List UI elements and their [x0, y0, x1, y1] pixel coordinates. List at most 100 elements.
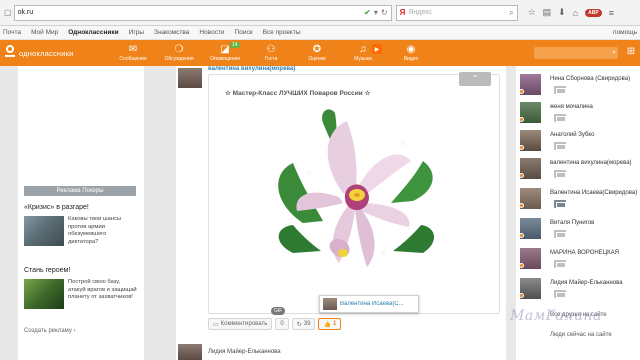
create-ad-link[interactable]: Создать рекламу ›	[24, 328, 76, 334]
nav-news[interactable]: Новости	[199, 29, 224, 36]
online-indicator	[519, 293, 524, 298]
online-indicator	[519, 117, 524, 122]
ad1-title[interactable]: «Кризис» в разгаре!	[24, 204, 89, 211]
friend-name[interactable]: Валентина Исаева(Свиридова)	[550, 190, 637, 196]
comment-button[interactable]: ▭ Комментировать	[208, 318, 273, 330]
nav-games[interactable]: Игры	[129, 29, 144, 36]
header-ratings-label: Оценки	[308, 56, 326, 62]
class-count: 1	[332, 321, 337, 327]
address-bar[interactable]: ok.ru ✔ ▾ ↻	[13, 4, 392, 21]
message-icon[interactable]	[554, 260, 566, 268]
friend-item[interactable]: Виталя Пунигов	[519, 218, 638, 240]
header-guests[interactable]: ⚇ Гости	[248, 44, 294, 62]
clipboard-icon[interactable]: ▤	[543, 7, 552, 18]
ad1-text: Каковы твои шансы против армии обезумевш…	[68, 216, 122, 245]
share-button[interactable]: ↻ 39	[291, 318, 316, 330]
ad1-block[interactable]: Каковы твои шансы против армии обезумевш…	[24, 216, 138, 246]
like-tooltip[interactable]: Валентина Исаева(С...	[319, 295, 419, 313]
reload-icon[interactable]: ↻	[381, 8, 388, 17]
message-icon[interactable]	[554, 170, 566, 178]
friend-name[interactable]: Виталя Пунигов	[550, 220, 594, 226]
nav-mail[interactable]: Почта	[3, 29, 21, 36]
ads-header[interactable]: Реклама Покеры	[24, 186, 136, 196]
feed-author-link[interactable]: валентина вихулина(морева)	[208, 66, 295, 72]
header-discussions[interactable]: ❍ Обсуждения	[156, 44, 202, 62]
yandex-placeholder[interactable]: Яндекс	[408, 9, 506, 16]
header-guests-label: Гости	[264, 56, 278, 62]
comment-label: Комментировать	[220, 321, 268, 327]
online-indicator	[519, 173, 524, 178]
nav-odnoklassniki[interactable]: Одноклассники	[68, 29, 118, 36]
star-icon[interactable]: ☆	[528, 7, 536, 18]
header-music[interactable]: ♫ Музыка	[340, 44, 386, 62]
ad2-title[interactable]: Стань героем!	[24, 267, 70, 274]
notifications-badge: 14	[230, 42, 240, 48]
card-title[interactable]: ☆ Мастер-Класс ЛУЧШИХ Поваров России ☆	[225, 89, 370, 97]
online-indicator	[519, 145, 524, 150]
nav-all-projects[interactable]: Все проекты	[263, 29, 301, 36]
scroll-up-button[interactable]: ⌃	[459, 72, 491, 86]
yandex-search-field[interactable]: Я Яндекс ⌕	[395, 4, 518, 21]
friend-item[interactable]: женя мочалина	[519, 102, 638, 124]
friend-item[interactable]: Анатолий Зубко	[519, 130, 638, 152]
toolbar-icons: ☆ ▤ ⬇ ⌂ ABP ≡	[528, 7, 614, 18]
friend-item[interactable]: Валентина Исаева(Свиридова)	[519, 188, 638, 210]
address-url[interactable]: ok.ru	[18, 9, 362, 16]
header-messages[interactable]: ✉ Сообщения	[110, 44, 156, 62]
online-indicator	[519, 263, 524, 268]
avatar[interactable]	[178, 344, 202, 360]
secure-check-icon: ✔	[364, 8, 371, 17]
header-video[interactable]: ◉ Видео	[388, 44, 434, 62]
friend-name[interactable]: Лидия Майер-Ельканнова	[550, 280, 623, 286]
message-icon[interactable]	[554, 290, 566, 298]
friend-item[interactable]: Нина Сборнова (Свиридова)	[519, 74, 638, 96]
header-ratings[interactable]: ✪ Оценки	[294, 44, 340, 62]
message-icon[interactable]	[554, 114, 566, 122]
menu-icon[interactable]: ≡	[609, 8, 614, 18]
ad2-block[interactable]: Построй свою базу, атакуй врагов и защищ…	[24, 279, 138, 309]
home-icon[interactable]: ⌂	[573, 8, 578, 18]
friend-name[interactable]: валентина вихулина(морева)	[550, 160, 632, 166]
ok-logo-icon	[4, 45, 16, 61]
friend-name[interactable]: Нина Сборнова (Свиридова)	[550, 76, 630, 82]
dropdown-arrow-icon[interactable]: ▾	[374, 8, 378, 17]
message-icon[interactable]	[554, 142, 566, 150]
post-image[interactable]	[263, 103, 441, 291]
ad1-image[interactable]	[24, 216, 64, 246]
ad2-text: Построй свою базу, атакуй врагов и защищ…	[68, 279, 137, 300]
site-logo[interactable]: одноклассники	[0, 45, 110, 61]
orchid-illustration	[278, 109, 435, 267]
friend-item[interactable]: МАРИНА ВОРОНЕЦКАЯ	[519, 248, 638, 270]
post-actions: ▭ Комментировать 0 ↻ 39 👍 1	[208, 318, 342, 330]
discussions-icon: ❍	[174, 44, 184, 55]
next-post-author[interactable]: Лидия Майер-Ельканнова	[208, 349, 281, 355]
avatar[interactable]	[323, 298, 337, 310]
site-search-input[interactable]: ⌕	[534, 47, 618, 59]
friend-name[interactable]: Анатолий Зубко	[550, 132, 594, 138]
download-icon[interactable]: ⬇	[558, 7, 566, 18]
message-icon[interactable]	[554, 230, 566, 238]
nav-search[interactable]: Поиск	[235, 29, 253, 36]
message-icon[interactable]	[554, 86, 566, 94]
comment-count[interactable]: 0	[275, 318, 289, 330]
nav-dating[interactable]: Знакомства	[154, 29, 189, 36]
friend-name[interactable]: женя мочалина	[550, 104, 593, 110]
ad2-image[interactable]	[24, 279, 64, 309]
friend-item[interactable]: Лидия Майер-Ельканнова	[519, 278, 638, 300]
header-notifications[interactable]: 14 ◪ Оповещения	[202, 42, 248, 62]
message-icon[interactable]	[554, 200, 566, 208]
tooltip-user-link[interactable]: Валентина Исаева(С...	[340, 301, 404, 307]
nav-help[interactable]: помощь	[613, 29, 637, 36]
nav-my-world[interactable]: Мой Мир	[31, 29, 58, 36]
site-search-icon[interactable]: ⌕	[612, 49, 616, 57]
online-indicator	[519, 89, 524, 94]
adblock-icon[interactable]: ABP	[585, 8, 602, 17]
friend-item[interactable]: валентина вихулина(морева)	[519, 158, 638, 180]
avatar[interactable]	[178, 68, 202, 88]
friend-name[interactable]: МАРИНА ВОРОНЕЦКАЯ	[550, 250, 619, 256]
people-online-link[interactable]: Люди сейчас на сайте	[550, 332, 612, 338]
header-music-label: Музыка	[354, 56, 372, 62]
class-like-button[interactable]: 👍 1	[318, 318, 342, 330]
search-icon[interactable]: ⌕	[509, 8, 513, 18]
toolbar-toggle-icon[interactable]: ⊞	[622, 46, 640, 60]
